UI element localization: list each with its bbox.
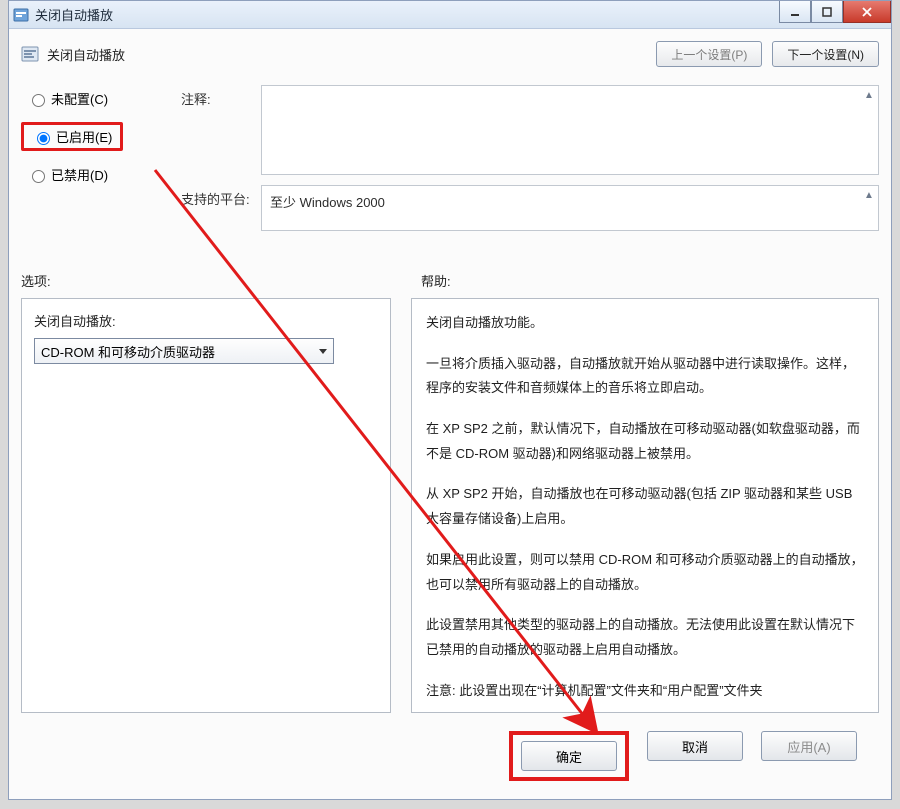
ok-button[interactable]: 确定	[521, 741, 617, 771]
help-text: 如果启用此设置，则可以禁用 CD-ROM 和可移动介质驱动器上的自动播放，也可以…	[426, 548, 864, 597]
radio-not-configured-input[interactable]	[32, 94, 45, 107]
options-column-label: 选项:	[21, 274, 51, 289]
help-panel[interactable]: 关闭自动播放功能。 一旦将介质插入驱动器，自动播放就开始从驱动器中进行读取操作。…	[411, 298, 879, 713]
scroll-up-icon[interactable]: ▲	[864, 190, 876, 204]
comment-label: 注释:	[181, 85, 261, 175]
footer-buttons: 确定 取消 应用(A)	[21, 713, 879, 787]
radio-disabled-input[interactable]	[32, 170, 45, 183]
radio-enabled-highlight: 已启用(E)	[21, 122, 123, 151]
radio-enabled-input[interactable]	[37, 132, 50, 145]
meta-column: 注释: ▲ 支持的平台: 至少 Windows 2000 ▲	[181, 85, 879, 241]
header-row: 关闭自动播放 上一个设置(P) 下一个设置(N)	[21, 41, 879, 67]
radio-enabled[interactable]: 已启用(E)	[26, 127, 112, 146]
radio-not-configured[interactable]: 未配置(C)	[21, 89, 181, 108]
window-controls	[779, 1, 891, 23]
autoplay-target-value: CD-ROM 和可移动介质驱动器	[41, 342, 215, 361]
scroll-up-icon[interactable]: ▲	[864, 90, 876, 104]
dialog-title: 关闭自动播放	[47, 45, 125, 64]
comment-textarea[interactable]: ▲	[261, 85, 879, 175]
ok-highlight-box: 确定	[509, 731, 629, 781]
platform-textarea: 至少 Windows 2000 ▲	[261, 185, 879, 231]
help-column-label: 帮助:	[421, 274, 451, 289]
platform-label: 支持的平台:	[181, 185, 261, 231]
radio-disabled[interactable]: 已禁用(D)	[21, 165, 181, 184]
config-section: 未配置(C) 已启用(E) 已禁用(D) 注释: ▲	[21, 85, 879, 241]
next-setting-button[interactable]: 下一个设置(N)	[772, 41, 879, 67]
radio-disabled-label: 已禁用(D)	[51, 165, 108, 184]
options-panel: 关闭自动播放: CD-ROM 和可移动介质驱动器	[21, 298, 391, 713]
option-field-label: 关闭自动播放:	[34, 311, 378, 330]
policy-icon	[21, 45, 39, 63]
platform-value: 至少 Windows 2000	[270, 195, 385, 210]
titlebar[interactable]: 关闭自动播放	[9, 1, 891, 29]
previous-setting-button[interactable]: 上一个设置(P)	[656, 41, 762, 67]
app-icon	[13, 7, 29, 23]
close-button[interactable]	[843, 1, 891, 23]
help-text: 关闭自动播放功能。	[426, 311, 864, 336]
help-text: 在 XP SP2 之前，默认情况下，自动播放在可移动驱动器(如软盘驱动器，而不是…	[426, 417, 864, 466]
maximize-button[interactable]	[811, 1, 843, 23]
help-text: 注意: 此设置出现在“计算机配置”文件夹和“用户配置”文件夹	[426, 679, 864, 704]
minimize-button[interactable]	[779, 1, 811, 23]
client-area: 关闭自动播放 上一个设置(P) 下一个设置(N) 未配置(C) 已启用(E)	[9, 29, 891, 799]
columns-header: 选项: 帮助:	[21, 271, 879, 290]
state-radios: 未配置(C) 已启用(E) 已禁用(D)	[21, 85, 181, 241]
radio-enabled-label: 已启用(E)	[56, 127, 112, 146]
apply-button[interactable]: 应用(A)	[761, 731, 857, 761]
window-title: 关闭自动播放	[35, 5, 113, 24]
help-text: 一旦将介质插入驱动器，自动播放就开始从驱动器中进行读取操作。这样，程序的安装文件…	[426, 352, 864, 401]
cancel-button[interactable]: 取消	[647, 731, 743, 761]
dialog-window: 关闭自动播放 关闭自动播放	[8, 0, 892, 800]
autoplay-target-select[interactable]: CD-ROM 和可移动介质驱动器	[34, 338, 334, 364]
radio-not-configured-label: 未配置(C)	[51, 89, 108, 108]
help-text: 从 XP SP2 开始，自动播放也在可移动驱动器(包括 ZIP 驱动器和某些 U…	[426, 482, 864, 531]
help-text: 此设置禁用其他类型的驱动器上的自动播放。无法使用此设置在默认情况下已禁用的自动播…	[426, 613, 864, 662]
columns-body: 关闭自动播放: CD-ROM 和可移动介质驱动器 关闭自动播放功能。 一旦将介质…	[21, 298, 879, 713]
